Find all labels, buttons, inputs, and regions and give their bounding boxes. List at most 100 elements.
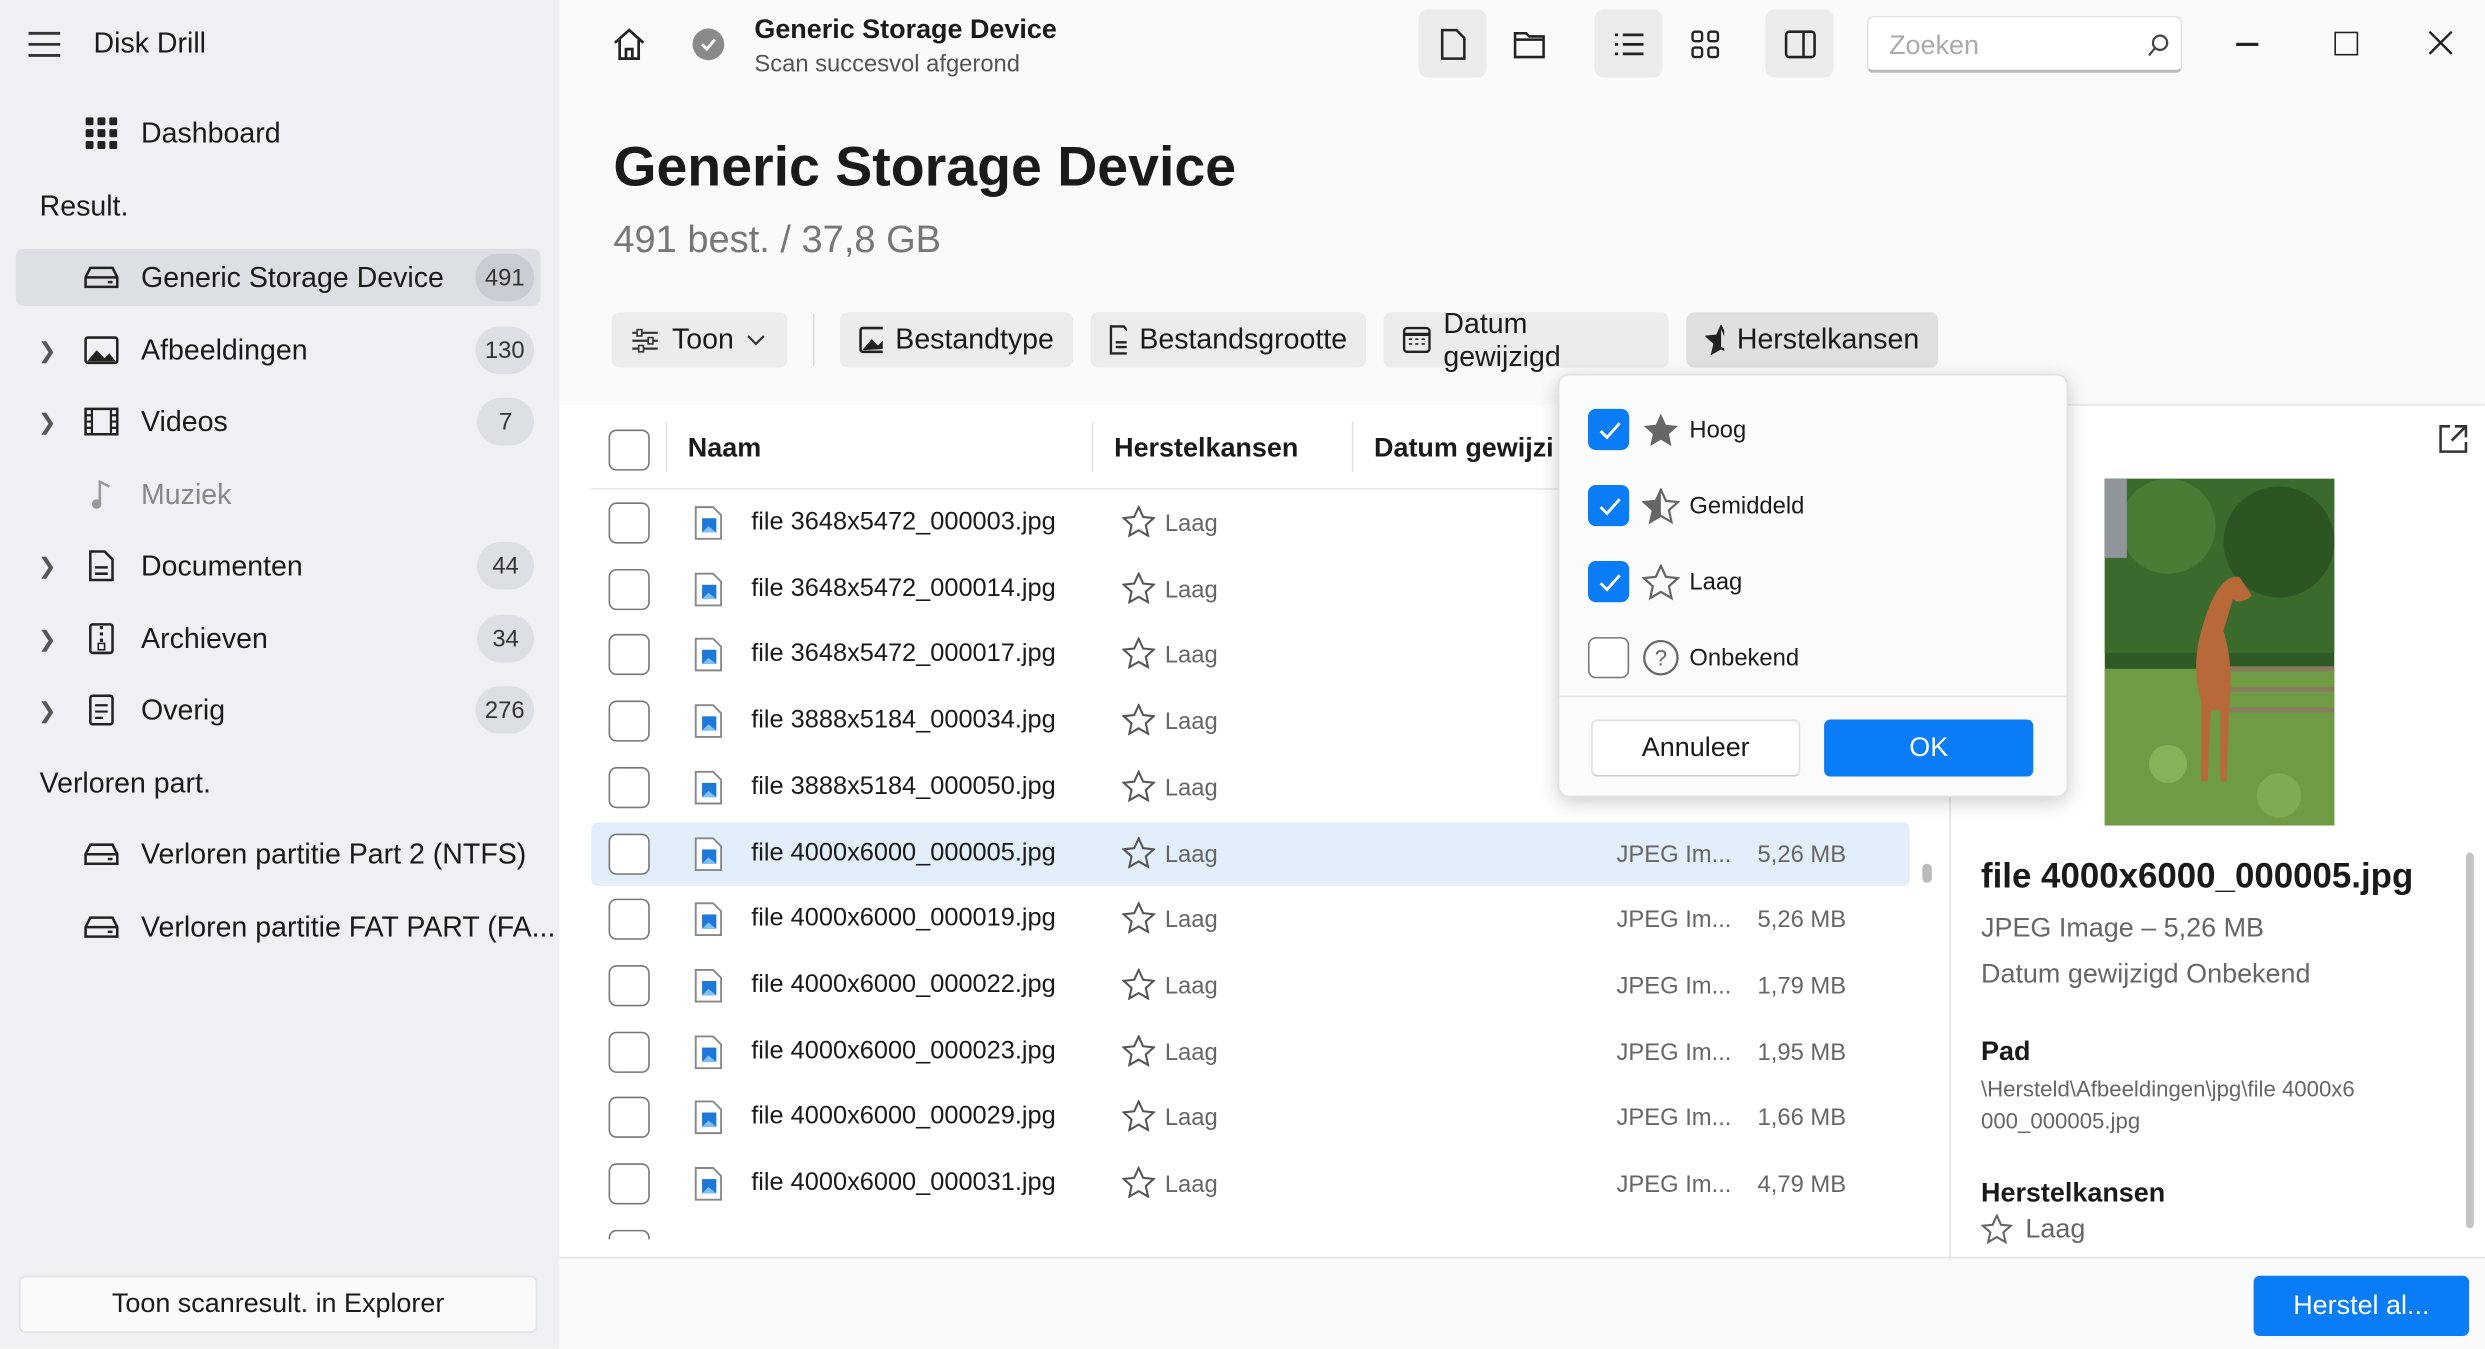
sidebar-item-videos[interactable]: ❯ Videos 7	[16, 393, 541, 450]
count-badge: 34	[477, 614, 535, 663]
table-row[interactable]: file 4000x6000_000005.jpg Laag JPEG Im... 5…	[591, 821, 1910, 886]
jpg-file-icon	[693, 770, 725, 813]
show-in-explorer-button[interactable]: Toon scanresult. in Explorer	[19, 1275, 538, 1333]
sidebar-item-lost-partition[interactable]: Verloren partitie FAT PART (FA...	[16, 899, 555, 956]
cancel-button[interactable]: Annuleer	[1591, 719, 1801, 777]
sidebar-item-generic-storage-device[interactable]: Generic Storage Device 491	[15, 248, 541, 306]
hamburger-menu-icon[interactable]	[27, 30, 62, 66]
question-icon: ?	[1642, 639, 1680, 677]
jpg-file-icon	[693, 1100, 725, 1143]
grid-view-button[interactable]	[1670, 10, 1738, 78]
jpg-file-icon	[693, 506, 725, 549]
table-row[interactable]: file 4000x6000_000031.jpg Laag JPEG Im... 4…	[591, 1152, 1910, 1215]
chevron-right-icon[interactable]: ❯	[38, 552, 57, 579]
home-icon[interactable]	[612, 27, 647, 70]
document-icon	[1109, 325, 1127, 355]
filter-option-hoog[interactable]: Hoog	[1587, 406, 1746, 454]
preview-path-label: Pad	[1981, 1036, 2031, 1067]
filter-option-onbekend[interactable]: ? Onbekend	[1587, 634, 1799, 682]
table-row[interactable]: file 4000x6000_000023.jpg Laag JPEG Im... 1…	[591, 1020, 1910, 1083]
chevron-down-icon	[747, 334, 765, 345]
row-checkbox[interactable]	[608, 1031, 650, 1073]
jpg-file-icon	[693, 638, 725, 681]
partial-row	[591, 1229, 1910, 1240]
jpg-file-icon	[693, 968, 725, 1011]
table-row[interactable]: file 4000x6000_000022.jpg Laag JPEG Im... 1…	[591, 954, 1910, 1017]
row-checkbox[interactable]	[608, 568, 650, 610]
panel-icon	[1784, 29, 1816, 58]
preview-scrollbar[interactable]	[2465, 852, 2474, 1229]
column-header-name[interactable]: Naam	[688, 433, 761, 465]
sidebar-item-muziek[interactable]: Muziek	[16, 466, 541, 523]
image-icon	[82, 334, 120, 366]
recovery-chances-filter-popup: Hoog Gemiddeld Laag ? Onbekend Annuleer OK	[1557, 374, 2069, 798]
chevron-right-icon[interactable]: ❯	[38, 697, 57, 724]
column-header-chances[interactable]: Herstelkansen	[1114, 433, 1298, 465]
sidebar-item-afbeeldingen[interactable]: ❯ Afbeeldingen 130	[16, 322, 541, 379]
drive-icon	[82, 911, 120, 943]
list-icon	[1614, 32, 1643, 55]
table-scrollbar[interactable]	[1922, 863, 1932, 883]
file-view-button[interactable]	[1418, 9, 1487, 78]
row-checkbox[interactable]	[608, 964, 650, 1007]
filter-date[interactable]: Datum gewijzigd	[1383, 307, 1669, 372]
other-file-icon	[82, 694, 120, 726]
maximize-button[interactable]	[2334, 31, 2359, 56]
sidebar-item-overig[interactable]: ❯ Overig 276	[16, 681, 541, 738]
row-checkbox[interactable]	[608, 898, 650, 941]
star-outline-icon	[1121, 1033, 1157, 1074]
open-external-icon[interactable]	[2437, 423, 2469, 463]
music-icon	[82, 479, 120, 511]
preview-panel-toggle[interactable]	[1765, 9, 1834, 78]
filter-filetype[interactable]: Bestandtype	[839, 312, 1073, 368]
jpg-file-icon	[693, 572, 725, 615]
sidebar-item-dashboard[interactable]: Dashboard	[16, 105, 541, 162]
row-checkbox[interactable]	[608, 832, 650, 875]
filter-option-gemiddeld[interactable]: Gemiddeld	[1587, 482, 1804, 530]
option-checkbox[interactable]	[1587, 637, 1630, 679]
list-view-button[interactable]	[1594, 9, 1663, 78]
ok-button[interactable]: OK	[1824, 719, 2034, 777]
row-checkbox[interactable]	[608, 1163, 650, 1205]
option-checkbox[interactable]	[1587, 561, 1630, 603]
row-checkbox[interactable]	[608, 634, 650, 676]
option-checkbox[interactable]	[1587, 408, 1630, 451]
close-button[interactable]	[2428, 30, 2453, 63]
sidebar-item-archieven[interactable]: ❯ Archieven 34	[16, 610, 541, 667]
select-all-checkbox[interactable]	[608, 429, 650, 471]
file-icon	[1440, 28, 1465, 60]
chevron-right-icon[interactable]: ❯	[38, 337, 57, 364]
count-badge: 276	[475, 686, 535, 734]
film-icon	[82, 406, 120, 438]
chevron-right-icon[interactable]: ❯	[38, 408, 57, 435]
star-outline-icon	[1641, 563, 1680, 600]
row-checkbox[interactable]	[608, 700, 650, 742]
option-checkbox[interactable]	[1587, 484, 1630, 527]
star-outline-icon	[1121, 768, 1157, 810]
jpg-file-icon	[693, 704, 725, 747]
row-checkbox[interactable]	[608, 502, 650, 544]
minimize-button[interactable]	[2236, 42, 2259, 46]
recover-all-button[interactable]: Herstel al...	[2253, 1275, 2470, 1336]
star-outline-icon	[1981, 1213, 2013, 1245]
jpg-file-icon	[693, 1034, 725, 1077]
row-checkbox[interactable]	[608, 1097, 650, 1139]
grid-icon	[82, 117, 120, 149]
app-title: Disk Drill	[93, 26, 207, 59]
filter-recovery-chances[interactable]: Herstelkansen	[1686, 312, 1939, 368]
folder-view-button[interactable]	[1494, 10, 1562, 78]
table-row[interactable]: file 4000x6000_000019.jpg Laag JPEG Im... 5…	[591, 888, 1910, 951]
search-input[interactable]: Zoeken	[1866, 15, 2183, 73]
sidebar-item-documenten[interactable]: ❯ Documenten 44	[16, 537, 541, 594]
table-row[interactable]: file 4000x6000_000029.jpg Laag JPEG Im... 1…	[591, 1086, 1910, 1149]
row-checkbox[interactable]	[608, 766, 650, 808]
filter-option-laag[interactable]: Laag	[1587, 558, 1742, 606]
preview-path: \Hersteld\Afbeeldingen\jpg\file 4000x600…	[1981, 1076, 2355, 1134]
count-badge: 44	[477, 542, 535, 590]
sidebar-item-lost-partition[interactable]: Verloren partitie Part 2 (NTFS)	[16, 826, 541, 883]
preview-image	[2104, 478, 2335, 826]
filter-filesize[interactable]: Bestandsgrootte	[1090, 312, 1367, 368]
column-header-date[interactable]: Datum gewijzi	[1374, 433, 1554, 465]
chevron-right-icon[interactable]: ❯	[38, 625, 57, 652]
show-dropdown[interactable]: Toon	[611, 312, 788, 368]
